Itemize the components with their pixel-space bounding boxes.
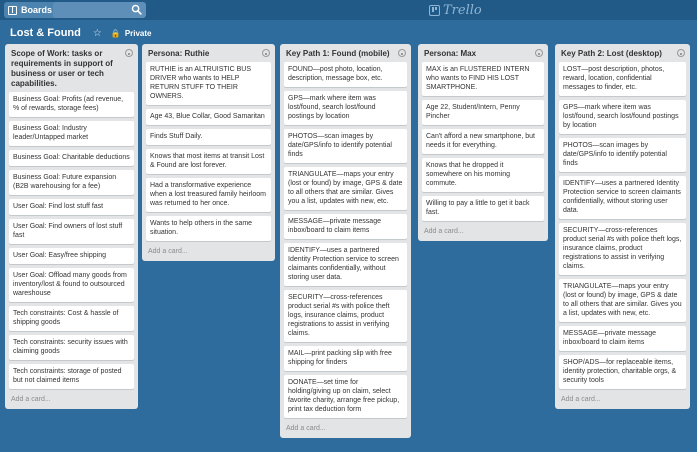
list-header[interactable]: Key Path 2: Lost (desktop)	[559, 47, 686, 62]
list-persona-ruthie: Persona: Ruthie RUTHIE is an ALTRUISTIC …	[142, 44, 275, 261]
board-header: Lost & Found ☆ 🔒 Private	[10, 25, 152, 41]
list-card[interactable]: TRIANGULATE—maps your entry (lost or fou…	[559, 279, 686, 322]
list-card[interactable]: Tech constraints: security issues with c…	[9, 335, 134, 360]
list-card[interactable]: FOUND—post photo, location, description,…	[284, 62, 407, 87]
list-card[interactable]: Business Goal: Future expansion (B2B war…	[9, 170, 134, 195]
list-card[interactable]: User Goal: Find owners of lost stuff fas…	[9, 219, 134, 244]
trello-logo-icon	[429, 4, 440, 16]
list-card[interactable]: Tech constraints: storage of posted but …	[9, 364, 134, 389]
add-card-button[interactable]: Add a card...	[559, 393, 686, 405]
list-title[interactable]: Scope of Work: tasks or requirements in …	[11, 49, 113, 88]
list-card[interactable]: Wants to help others in the same situati…	[146, 216, 271, 241]
list-card[interactable]: User Goal: Easy/free shipping	[9, 248, 134, 264]
list-card[interactable]: MESSAGE—private message inbox/board to c…	[559, 326, 686, 351]
list-card[interactable]: Knows that most items at transit Lost & …	[146, 149, 271, 174]
search-icon[interactable]	[131, 4, 142, 15]
list-card[interactable]: Tech constraints: Cost & hassle of shipp…	[9, 306, 134, 331]
list-card[interactable]: SHOP/ADS—for replaceable items, identity…	[559, 355, 686, 389]
list-card[interactable]: PHOTOS—scan images by date/GPS/info to i…	[284, 129, 407, 163]
list-title[interactable]: Key Path 2: Lost (desktop)	[561, 49, 662, 58]
list-card[interactable]: Business Goal: Industry leader/Untapped …	[9, 121, 134, 146]
trello-logo-text: Trello	[443, 2, 482, 18]
add-card-button[interactable]: Add a card...	[422, 225, 544, 237]
list-card[interactable]: MAX is an FLUSTERED INTERN who wants to …	[422, 62, 544, 96]
list-card[interactable]: IDENTIFY—uses a partnered Identity Prote…	[559, 176, 686, 219]
board-title[interactable]: Lost & Found	[10, 27, 81, 39]
list-card[interactable]: PHOTOS—scan images by date/GPS/info to i…	[559, 138, 686, 172]
list-key-path-found: Key Path 1: Found (mobile) FOUND—post ph…	[280, 44, 411, 438]
board-visibility[interactable]: Private	[125, 29, 152, 38]
list-menu-icon[interactable]	[677, 49, 685, 57]
list-persona-max: Persona: Max MAX is an FLUSTERED INTERN …	[418, 44, 548, 241]
list-menu-icon[interactable]	[398, 49, 406, 57]
list-menu-icon[interactable]	[262, 49, 270, 57]
list-card[interactable]: SECURITY—cross-references product serial…	[559, 223, 686, 275]
boards-button-label: Boards	[21, 5, 53, 15]
list-scope-of-work: Scope of Work: tasks or requirements in …	[5, 44, 138, 409]
trello-logo[interactable]: Trello	[429, 2, 482, 18]
list-card[interactable]: GPS—mark where item was lost/found, sear…	[284, 91, 407, 125]
list-card[interactable]: SECURITY—cross-references product serial…	[284, 290, 407, 342]
list-title[interactable]: Persona: Max	[424, 49, 476, 58]
list-title[interactable]: Persona: Ruthie	[148, 49, 209, 58]
list-card[interactable]: RUTHIE is an ALTRUISTIC BUS DRIVER who w…	[146, 62, 271, 105]
boards-icon	[8, 5, 17, 15]
search-input[interactable]	[53, 2, 146, 18]
list-key-path-lost: Key Path 2: Lost (desktop) LOST—post des…	[555, 44, 690, 409]
list-header[interactable]: Persona: Ruthie	[146, 47, 271, 62]
list-header[interactable]: Persona: Max	[422, 47, 544, 62]
add-card-button[interactable]: Add a card...	[9, 393, 134, 405]
list-card[interactable]: Age 43, Blue Collar, Good Samaritan	[146, 109, 271, 125]
list-header[interactable]: Key Path 1: Found (mobile)	[284, 47, 407, 62]
list-card[interactable]: Can't afford a new smartphone, but needs…	[422, 129, 544, 154]
add-card-button[interactable]: Add a card...	[146, 245, 271, 257]
list-card[interactable]: Willing to pay a little to get it back f…	[422, 196, 544, 221]
boards-button[interactable]: Boards	[4, 2, 59, 18]
list-header[interactable]: Scope of Work: tasks or requirements in …	[9, 47, 134, 92]
list-card[interactable]: Knows that he dropped it somewhere on hi…	[422, 158, 544, 192]
list-menu-icon[interactable]	[535, 49, 543, 57]
list-card[interactable]: TRIANGULATE—maps your entry (lost or fou…	[284, 167, 407, 210]
list-title[interactable]: Key Path 1: Found (mobile)	[286, 49, 390, 58]
list-card[interactable]: User Goal: Find lost stuff fast	[9, 199, 134, 215]
list-card[interactable]: User Goal: Offload many goods from inven…	[9, 268, 134, 302]
list-card[interactable]: Finds Stuff Daily.	[146, 129, 271, 145]
list-card[interactable]: MESSAGE—private message inbox/board to c…	[284, 214, 407, 239]
list-card[interactable]: DONATE—set time for holding/giving up on…	[284, 375, 407, 418]
list-card[interactable]: LOST—post description, photos, reward, l…	[559, 62, 686, 96]
list-card[interactable]: IDENTIFY—uses a partnered Identity Prote…	[284, 243, 407, 286]
list-card[interactable]: Age 22, Student/Intern, Penny Pincher	[422, 100, 544, 125]
lock-icon[interactable]: 🔒	[111, 29, 121, 38]
top-bar: Boards Trello	[0, 0, 697, 20]
star-icon[interactable]: ☆	[93, 28, 102, 39]
list-card[interactable]: MAIL—print packing slip with free shippi…	[284, 346, 407, 371]
list-menu-icon[interactable]	[125, 49, 133, 57]
list-card[interactable]: Business Goal: Profits (ad revenue, % of…	[9, 92, 134, 117]
list-card[interactable]: GPS—mark where item was lost/found, sear…	[559, 100, 686, 134]
add-card-button[interactable]: Add a card...	[284, 422, 407, 434]
list-card[interactable]: Had a transformative experience when a l…	[146, 178, 271, 212]
list-card[interactable]: Business Goal: Charitable deductions	[9, 150, 134, 166]
